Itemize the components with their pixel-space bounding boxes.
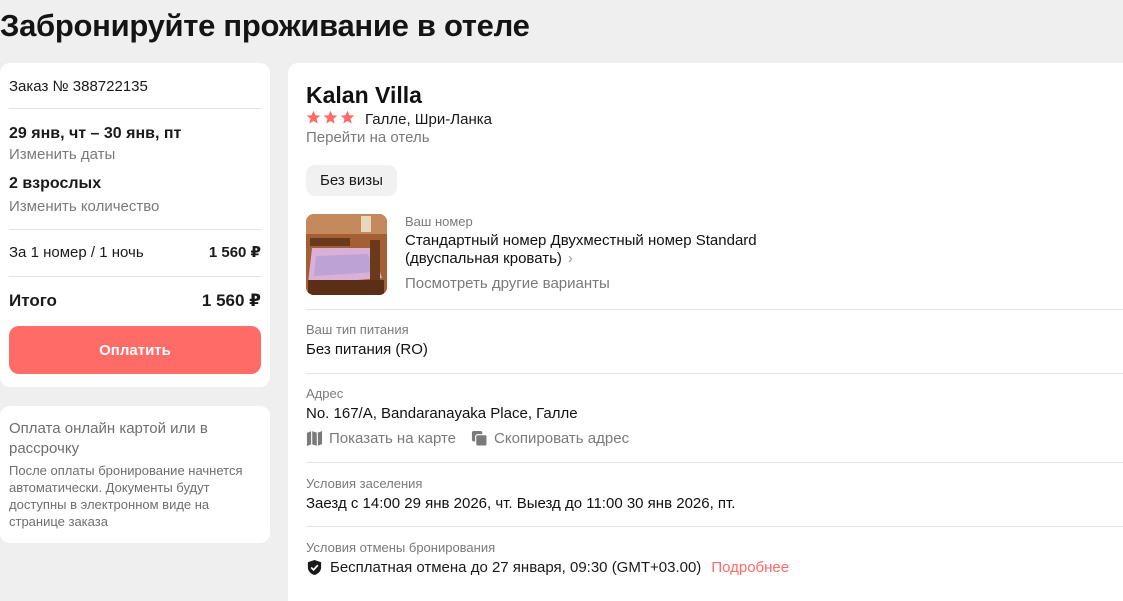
show-map-button[interactable]: Показать на карте xyxy=(306,430,456,447)
room-label: Ваш номер xyxy=(405,214,473,229)
copy-icon xyxy=(471,430,488,447)
meal-value: Без питания (RO) xyxy=(306,341,428,358)
cancel-policy: Бесплатная отмена до 27 января, 09:30 (G… xyxy=(306,559,789,576)
divider xyxy=(9,276,261,277)
copy-address-button[interactable]: Скопировать адрес xyxy=(471,430,629,447)
checkin-value: Заезд с 14:00 29 янв 2026, чт. Выезд до … xyxy=(306,495,736,512)
order-number: Заказ № 388722135 xyxy=(9,78,148,95)
divider xyxy=(9,229,261,230)
per-night-label: За 1 номер / 1 ночь xyxy=(9,243,144,261)
address-actions: Показать на карте Скопировать адрес xyxy=(306,430,629,447)
pay-button[interactable]: Оплатить xyxy=(9,326,261,374)
total-price: 1 560 ₽ xyxy=(201,291,261,310)
payment-info-title: Оплата онлайн картой или в рассрочку xyxy=(9,420,208,457)
cancel-value: Бесплатная отмена до 27 января, 09:30 (G… xyxy=(330,559,702,576)
page-title: Забронируйте проживание в отеле xyxy=(0,8,530,43)
hotel-name: Kalan Villa xyxy=(306,82,422,108)
shield-check-icon xyxy=(307,559,322,576)
address-label: Адрес xyxy=(306,386,344,401)
payment-info-text: После оплаты бронирование начнется автом… xyxy=(9,463,243,529)
total-label: Итого xyxy=(9,291,57,310)
change-guests-link[interactable]: Изменить количество xyxy=(9,198,159,215)
divider xyxy=(306,309,1123,310)
change-dates-link[interactable]: Изменить даты xyxy=(9,146,115,163)
map-icon xyxy=(306,430,323,447)
chevron-right-icon: › xyxy=(567,250,573,267)
visa-chip: Без визы xyxy=(306,165,397,196)
goto-hotel-link[interactable]: Перейти на отель xyxy=(306,129,430,146)
divider xyxy=(306,373,1123,374)
divider xyxy=(306,462,1123,463)
address-value: No. 167/A, Bandaranayaka Place, Галле xyxy=(306,405,578,422)
show-map-label: Показать на карте xyxy=(329,430,457,447)
other-options-link[interactable]: Посмотреть другие варианты xyxy=(405,275,610,292)
copy-address-label: Скопировать адрес xyxy=(494,430,630,447)
per-night-price: 1 560 ₽ xyxy=(208,244,261,261)
star-icon xyxy=(323,110,338,124)
cancel-label: Условия отмены бронирования xyxy=(306,540,496,555)
guests-count: 2 взрослых xyxy=(9,175,102,192)
total-row: Итого 1 560 ₽ xyxy=(9,291,261,311)
star-icon xyxy=(340,110,355,124)
order-summary-card: Заказ № 388722135 29 янв, чт – 30 янв, п… xyxy=(0,63,270,387)
hotel-location: Галле, Шри-Ланка xyxy=(365,111,492,128)
payment-info-card: Оплата онлайн картой или в рассрочку Пос… xyxy=(0,406,270,543)
room-photo[interactable] xyxy=(306,214,387,295)
checkin-label: Условия заселения xyxy=(306,476,423,491)
stay-dates: 29 янв, чт – 30 янв, пт xyxy=(9,125,182,142)
divider xyxy=(306,526,1123,527)
room-name-link[interactable]: Стандартный номер Двухместный номер Stan… xyxy=(405,232,825,268)
hotel-stars xyxy=(306,110,355,125)
per-night-row: За 1 номер / 1 ночь 1 560 ₽ xyxy=(9,243,261,262)
room-name: Стандартный номер Двухместный номер Stan… xyxy=(405,232,757,267)
room-image xyxy=(306,214,387,295)
star-icon xyxy=(306,110,321,124)
hotel-details-card: Kalan Villa Галле, Шри-Ланка Перейти на … xyxy=(288,63,1123,601)
meal-label: Ваш тип питания xyxy=(306,322,409,337)
divider xyxy=(9,108,261,109)
cancel-more-link[interactable]: Подробнее xyxy=(711,559,789,576)
